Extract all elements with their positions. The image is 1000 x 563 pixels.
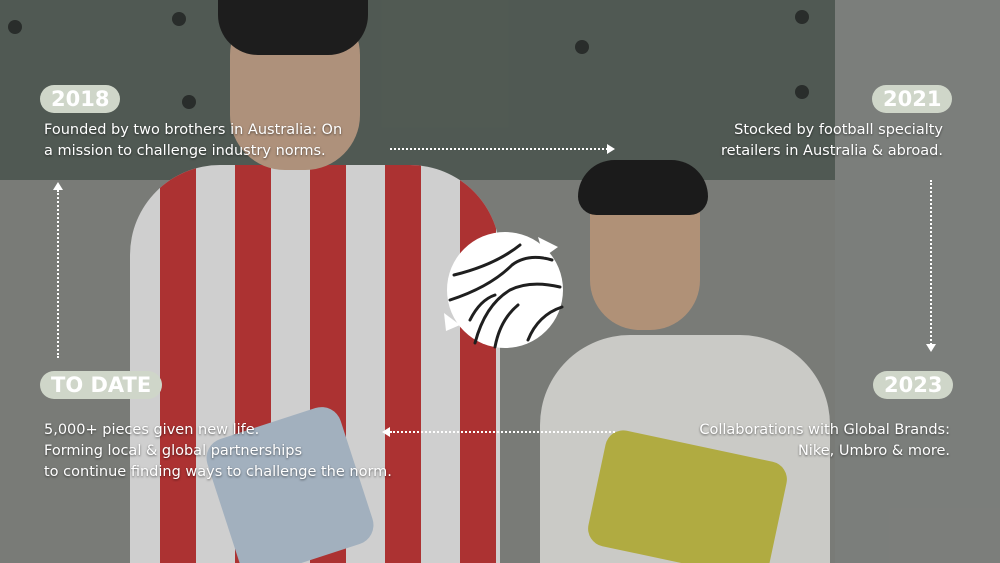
- year-label: 2021: [883, 87, 942, 111]
- milestone-line: Nike, Umbro & more.: [797, 443, 950, 459]
- year-label: TO DATE: [51, 373, 152, 397]
- milestone-text-2021: Stocked by football specialty retailers …: [721, 120, 943, 162]
- milestone-text-2018: Founded by two brothers in Australia: On…: [44, 120, 342, 162]
- milestone-line: 5,000+ pieces given new life.: [44, 422, 260, 438]
- year-badge-2021: 2021: [872, 85, 953, 113]
- year-label: 2023: [884, 373, 943, 397]
- football-icon: [440, 225, 570, 355]
- year-label: 2018: [51, 87, 110, 111]
- milestone-line: a mission to challenge industry norms.: [44, 143, 326, 159]
- milestone-line: Founded by two brothers in Australia: On: [44, 122, 343, 138]
- milestone-line: Forming local & global partnerships: [44, 443, 303, 459]
- milestone-line: Collaborations with Global Brands:: [699, 422, 950, 438]
- milestone-text-2023: Collaborations with Global Brands: Nike,…: [699, 420, 950, 462]
- milestone-line: retailers in Australia & abroad.: [720, 143, 943, 159]
- year-badge-2023: 2023: [873, 371, 954, 399]
- year-badge-2018: 2018: [40, 85, 121, 113]
- milestone-line: Stocked by football specialty: [734, 122, 943, 138]
- year-badge-to-date: TO DATE: [40, 371, 163, 399]
- milestone-line: to continue finding ways to challenge th…: [44, 464, 392, 480]
- milestone-text-to-date: 5,000+ pieces given new life. Forming lo…: [44, 420, 392, 483]
